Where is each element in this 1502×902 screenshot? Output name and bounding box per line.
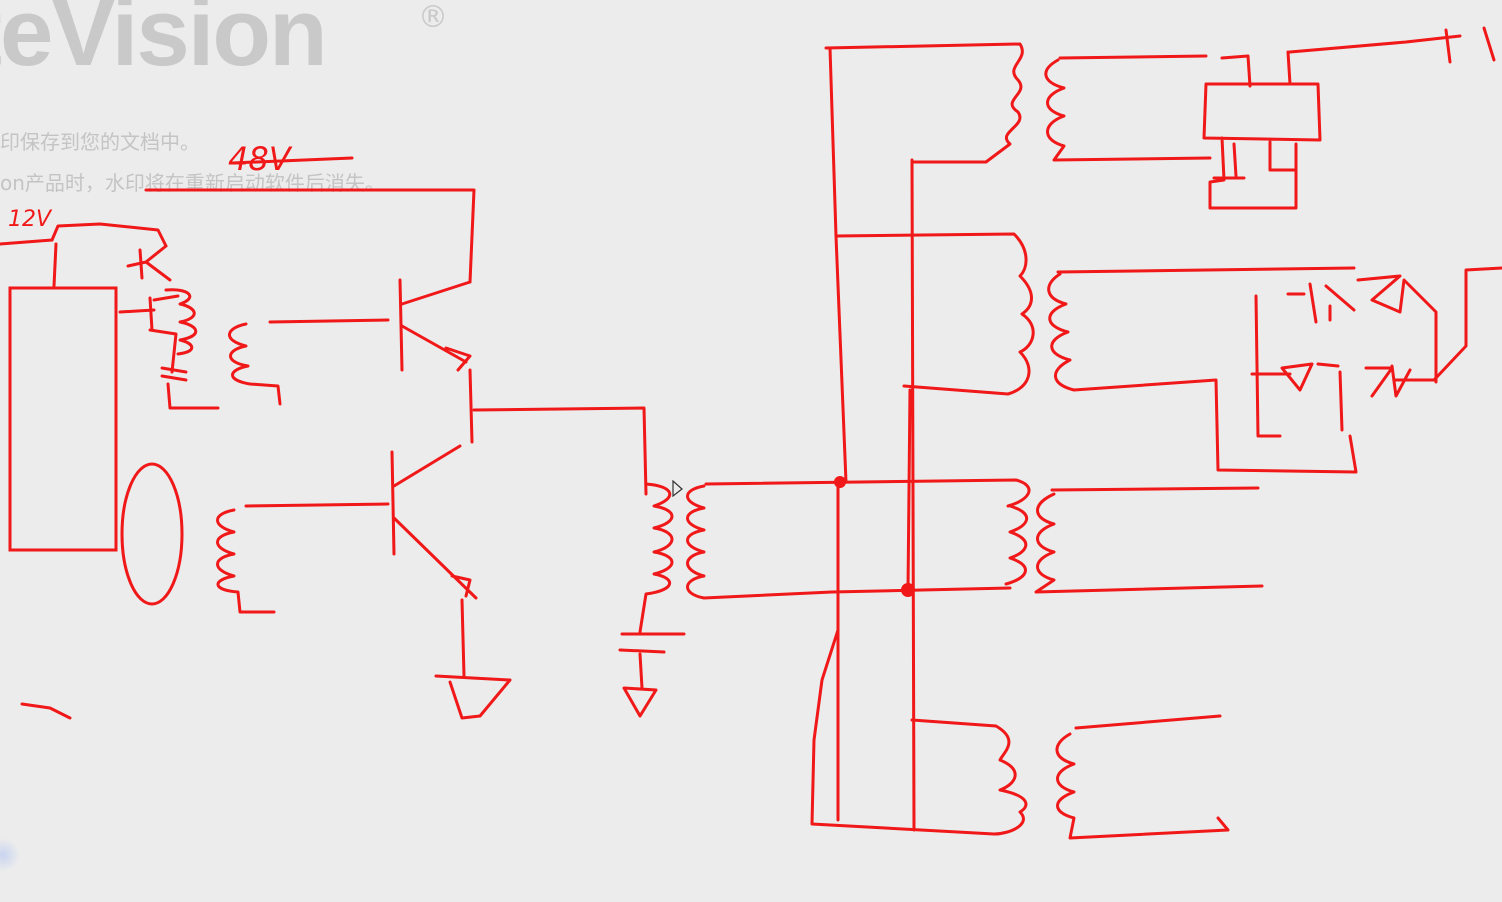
- upper-transistor: [398, 278, 472, 372]
- rectifier-diode-bridge: [1250, 266, 1502, 438]
- output-coil-1-primary: [824, 42, 1024, 164]
- output-coil-3-primary: [1004, 504, 1028, 586]
- aux-transistor: [126, 244, 172, 282]
- output-coil-4-primary: [810, 628, 1028, 836]
- whiteboard-canvas: teVision ® 印保存到您的文档中。 on产品时，水印将在重新启动软件后消…: [0, 0, 1502, 902]
- vertical-bus-right: [906, 158, 916, 832]
- ic-power-pin: [52, 242, 58, 288]
- output-coil-2-primary: [834, 232, 1035, 396]
- output-coil-3-secondary: [1034, 486, 1264, 594]
- half-bridge-output: [472, 406, 648, 496]
- output-coil-4-secondary: [1055, 714, 1230, 840]
- supply-rail-12v: [0, 238, 54, 246]
- lower-gate-drive-coil: [216, 502, 390, 614]
- main-transformer-secondary: [686, 478, 1031, 600]
- output-line-1: [1288, 26, 1496, 64]
- regulator-module: [1202, 50, 1322, 210]
- junction-dot: [901, 583, 915, 597]
- output-coil-1-secondary: [1044, 54, 1212, 162]
- circuit-schematic: 48V 12V: [0, 26, 1502, 840]
- junction-dot: [834, 476, 846, 488]
- half-bridge-link: [468, 368, 474, 444]
- voltage-label-12v: 12V: [8, 207, 53, 232]
- voltage-label-48v: 48V: [228, 140, 293, 178]
- main-transformer-primary-and-ground: [618, 482, 686, 718]
- controller-ic-box: [8, 286, 118, 552]
- supply-rail-48v: [144, 188, 476, 284]
- stray-mark: [20, 702, 72, 720]
- mouse-pointer-icon: [672, 480, 683, 498]
- vertical-bus-left: [828, 46, 848, 822]
- upper-gate-drive-coil: [228, 318, 390, 406]
- lower-transistor: [390, 444, 478, 600]
- oval-component: [120, 462, 184, 606]
- ic-supply-wire: [50, 222, 168, 248]
- ground-symbol-transistor: [434, 598, 512, 720]
